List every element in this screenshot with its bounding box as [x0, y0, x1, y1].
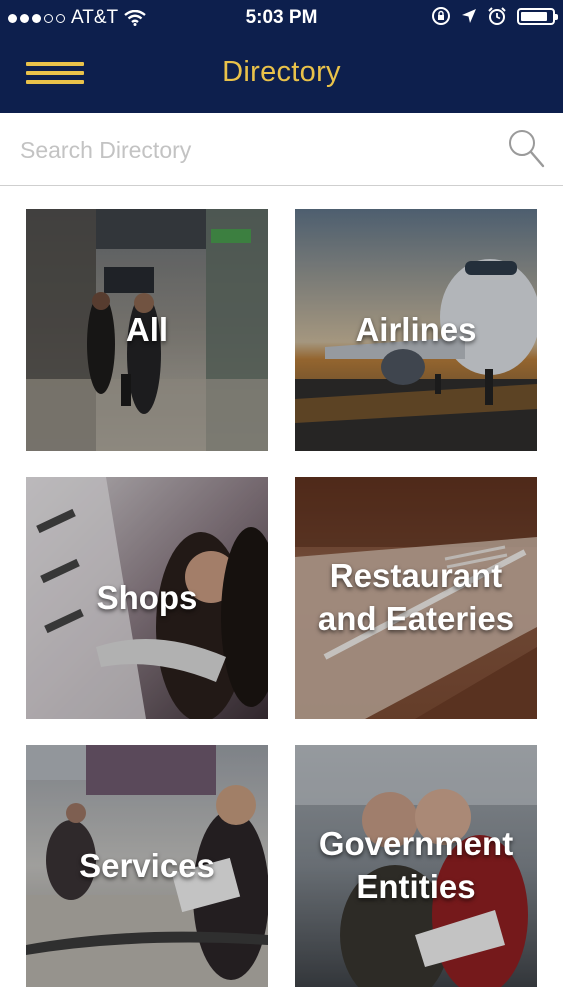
battery-fill	[521, 11, 547, 21]
category-label: All	[125, 310, 169, 348]
battery-icon	[517, 7, 558, 25]
category-label: Airlines	[355, 310, 477, 348]
navigation-bar: Directory	[0, 36, 563, 113]
page-title: Directory	[222, 56, 341, 88]
status-bar: AT&T 5:03 PM	[0, 0, 563, 36]
category-tile-government[interactable]: Government Entities	[295, 745, 537, 987]
search-bar	[0, 113, 563, 186]
search-input[interactable]	[18, 129, 492, 171]
rotation-lock-icon	[432, 7, 450, 25]
category-tile-restaurants[interactable]: Restaurant and Eateries	[295, 477, 537, 719]
category-label: Services	[79, 846, 215, 884]
category-grid: All Airlines Shops Restaurant and Eateri…	[0, 186, 563, 1000]
app-header: AT&T 5:03 PM Directory	[0, 0, 563, 113]
status-icons	[431, 6, 558, 26]
category-label: Government Entities	[318, 825, 514, 905]
category-label: Restaurant and Eateries	[317, 557, 515, 637]
category-tile-services[interactable]: Services	[26, 745, 268, 987]
category-tile-airlines[interactable]: Airlines	[295, 209, 537, 451]
category-tile-shops[interactable]: Shops	[26, 477, 268, 719]
category-tile-all[interactable]: All	[26, 209, 268, 451]
location-arrow-icon	[462, 9, 476, 23]
alarm-clock-icon	[488, 7, 506, 25]
search-icon[interactable]	[507, 128, 545, 170]
category-label: Shops	[96, 578, 198, 616]
